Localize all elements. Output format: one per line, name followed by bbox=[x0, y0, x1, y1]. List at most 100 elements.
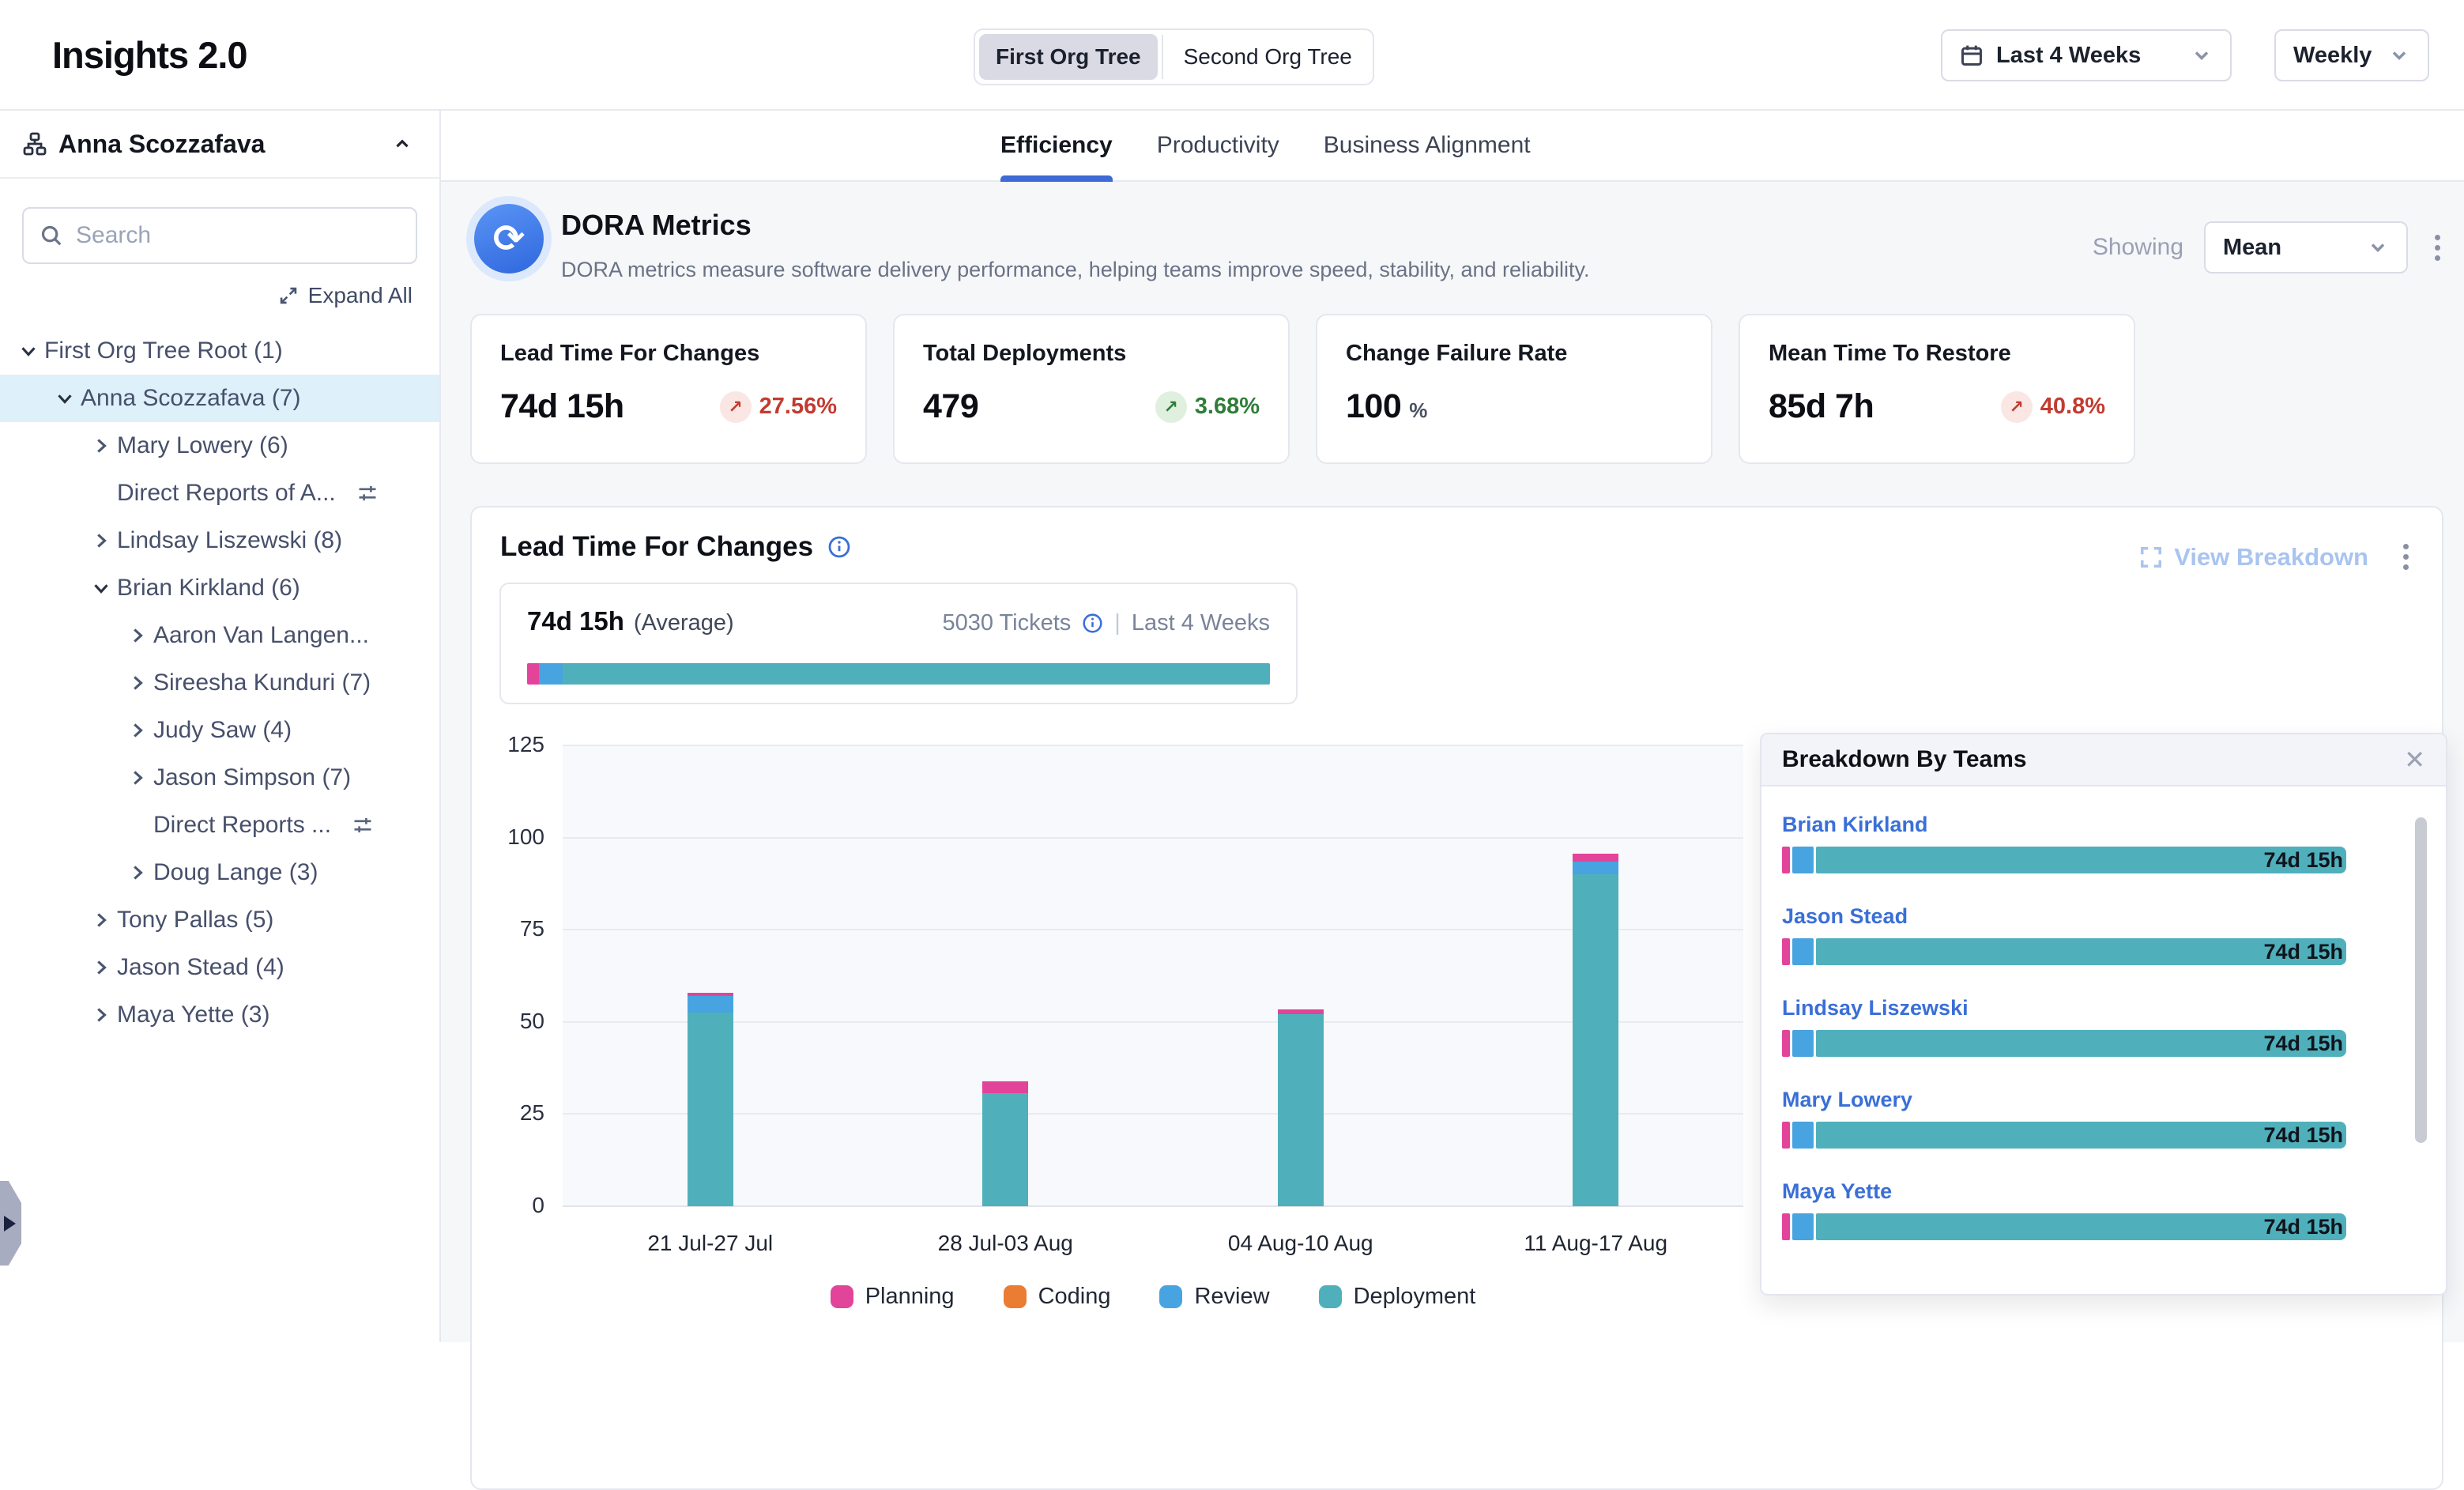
tree-item-1[interactable]: First Org Tree Root (1) bbox=[0, 327, 439, 375]
legend-label: Coding bbox=[1038, 1284, 1111, 1310]
aggregation-dropdown[interactable]: Mean bbox=[2204, 221, 2408, 273]
chart-legend: PlanningCodingReviewDeployment bbox=[563, 1284, 1743, 1310]
chevron-down-icon[interactable] bbox=[85, 579, 117, 598]
panel-scrollbar-thumb[interactable] bbox=[2415, 817, 2427, 1143]
stacked-bar-4[interactable] bbox=[1573, 854, 1618, 1206]
tree-item-6[interactable]: Brian Kirkland (6) bbox=[0, 564, 439, 612]
tab-efficiency[interactable]: Efficiency bbox=[1000, 111, 1113, 180]
tree-item-13[interactable]: Tony Pallas (5) bbox=[0, 896, 439, 944]
team-segment-review bbox=[1792, 847, 1814, 873]
chevron-right-icon[interactable] bbox=[122, 626, 153, 645]
tree-item-2[interactable]: Anna Scozzafava (7) bbox=[0, 375, 439, 422]
metric-card-title: Mean Time To Restore bbox=[1769, 341, 2105, 367]
chevron-right-icon[interactable] bbox=[85, 436, 117, 455]
tree-item-7[interactable]: Aaron Van Langen... bbox=[0, 612, 439, 659]
close-icon[interactable]: ✕ bbox=[2404, 747, 2425, 772]
chevron-down-icon bbox=[2191, 44, 2213, 66]
y-tick-label: 50 bbox=[472, 1009, 544, 1034]
filter-settings-icon[interactable] bbox=[356, 482, 379, 504]
metric-card-value: 74d 15h bbox=[500, 387, 624, 426]
team-segment-review bbox=[1792, 1122, 1814, 1149]
tree-item-label: Lindsay Liszewski (8) bbox=[117, 527, 342, 554]
sidebar-collapse-chevron[interactable] bbox=[387, 129, 417, 159]
stacked-bar-2[interactable] bbox=[982, 1081, 1028, 1206]
chevron-right-icon[interactable] bbox=[122, 863, 153, 882]
metric-delta-value: 40.8% bbox=[2040, 394, 2105, 420]
bar-segment-deployment bbox=[982, 1093, 1028, 1206]
tree-item-9[interactable]: Judy Saw (4) bbox=[0, 707, 439, 754]
view-breakdown-button[interactable]: View Breakdown bbox=[2139, 543, 2368, 571]
tree-item-8[interactable]: Sireesha Kunduri (7) bbox=[0, 659, 439, 707]
tab-business-alignment[interactable]: Business Alignment bbox=[1324, 111, 1531, 180]
chevron-right-icon[interactable] bbox=[122, 768, 153, 787]
expand-all-icon bbox=[278, 285, 299, 306]
org-tree-option-2[interactable]: Second Org Tree bbox=[1163, 30, 1373, 84]
search-input[interactable] bbox=[76, 222, 400, 249]
breakdown-panel-header: Breakdown By Teams ✕ bbox=[1761, 734, 2446, 786]
tree-item-15[interactable]: Maya Yette (3) bbox=[0, 991, 439, 1039]
metric-delta-badge: ↗ 40.8% bbox=[2001, 391, 2105, 423]
y-tick-label: 100 bbox=[472, 824, 544, 850]
metric-card-title: Total Deployments bbox=[923, 341, 1260, 367]
chevron-down-icon[interactable] bbox=[13, 341, 44, 360]
stacked-bar-3[interactable] bbox=[1278, 1009, 1324, 1207]
trend-up-arrow-icon: ↗ bbox=[2001, 391, 2033, 423]
expand-all-button[interactable]: Expand All bbox=[0, 283, 439, 308]
info-icon[interactable] bbox=[1082, 613, 1103, 634]
chevron-right-icon[interactable] bbox=[85, 1005, 117, 1024]
tree-item-label: Doug Lange (3) bbox=[153, 859, 318, 886]
team-link-1[interactable]: Brian Kirkland bbox=[1782, 813, 1928, 837]
team-segment-planning bbox=[1782, 938, 1790, 965]
tree-item-4[interactable]: Direct Reports of A... bbox=[0, 470, 439, 517]
stacked-bar-1[interactable] bbox=[688, 993, 733, 1207]
team-link-3[interactable]: Lindsay Liszewski bbox=[1782, 996, 1969, 1020]
metric-card-unit: % bbox=[1409, 398, 1427, 423]
legend-item-review: Review bbox=[1159, 1284, 1269, 1310]
tree-item-5[interactable]: Lindsay Liszewski (8) bbox=[0, 517, 439, 564]
chevron-right-icon[interactable] bbox=[122, 721, 153, 740]
team-link-2[interactable]: Jason Stead bbox=[1782, 904, 1908, 929]
chart-menu-kebab[interactable] bbox=[2397, 538, 2415, 576]
showing-label: Showing bbox=[2093, 234, 2183, 261]
bar-segment-review bbox=[688, 996, 733, 1013]
chevron-right-icon[interactable] bbox=[85, 958, 117, 977]
chevron-right-icon[interactable] bbox=[122, 673, 153, 692]
chevron-down-icon bbox=[2388, 44, 2410, 66]
legend-item-deployment: Deployment bbox=[1319, 1284, 1476, 1310]
lead-time-summary: 74d 15h (Average) 5030 Tickets | Last 4 … bbox=[499, 583, 1298, 704]
team-value-label: 74d 15h bbox=[2263, 1030, 2343, 1057]
metric-delta-value: 27.56% bbox=[759, 394, 837, 420]
metric-card-value: 85d 7h bbox=[1769, 387, 1874, 426]
tree-item-10[interactable]: Jason Simpson (7) bbox=[0, 754, 439, 802]
summary-divider: | bbox=[1114, 610, 1121, 636]
bar-segment-deployment bbox=[1278, 1014, 1324, 1206]
tree-item-label: Maya Yette (3) bbox=[117, 1002, 269, 1028]
team-value-label: 74d 15h bbox=[2263, 1122, 2343, 1149]
summary-segment-review bbox=[539, 663, 563, 685]
dora-menu-kebab[interactable] bbox=[2428, 228, 2447, 267]
section-tabs: Efficiency Productivity Business Alignment bbox=[441, 111, 2464, 182]
org-tree-option-1[interactable]: First Org Tree bbox=[979, 34, 1158, 80]
team-link-5[interactable]: Maya Yette bbox=[1782, 1179, 1892, 1204]
date-range-dropdown[interactable]: Last 4 Weeks bbox=[1941, 29, 2232, 81]
legend-label: Deployment bbox=[1354, 1284, 1476, 1310]
chevron-down-icon bbox=[2367, 236, 2389, 258]
info-icon[interactable] bbox=[827, 535, 851, 559]
metric-card-value: 479 bbox=[923, 387, 978, 426]
chevron-right-icon[interactable] bbox=[85, 911, 117, 930]
tree-item-12[interactable]: Doug Lange (3) bbox=[0, 849, 439, 896]
tree-item-3[interactable]: Mary Lowery (6) bbox=[0, 422, 439, 470]
date-range-value: Last 4 Weeks bbox=[1996, 43, 2141, 69]
granularity-dropdown[interactable]: Weekly bbox=[2274, 29, 2429, 81]
team-value-label: 74d 15h bbox=[2263, 938, 2343, 965]
view-breakdown-label: View Breakdown bbox=[2174, 543, 2368, 571]
metric-cards-row: Lead Time For Changes74d 15h↗27.56%Total… bbox=[470, 314, 2135, 464]
tab-productivity[interactable]: Productivity bbox=[1157, 111, 1279, 180]
filter-settings-icon[interactable] bbox=[352, 814, 374, 836]
tree-item-11[interactable]: Direct Reports ... bbox=[0, 802, 439, 849]
granularity-value: Weekly bbox=[2293, 43, 2372, 69]
chevron-down-icon[interactable] bbox=[49, 389, 81, 408]
chevron-right-icon[interactable] bbox=[85, 531, 117, 550]
team-link-4[interactable]: Mary Lowery bbox=[1782, 1088, 1912, 1112]
tree-item-14[interactable]: Jason Stead (4) bbox=[0, 944, 439, 991]
